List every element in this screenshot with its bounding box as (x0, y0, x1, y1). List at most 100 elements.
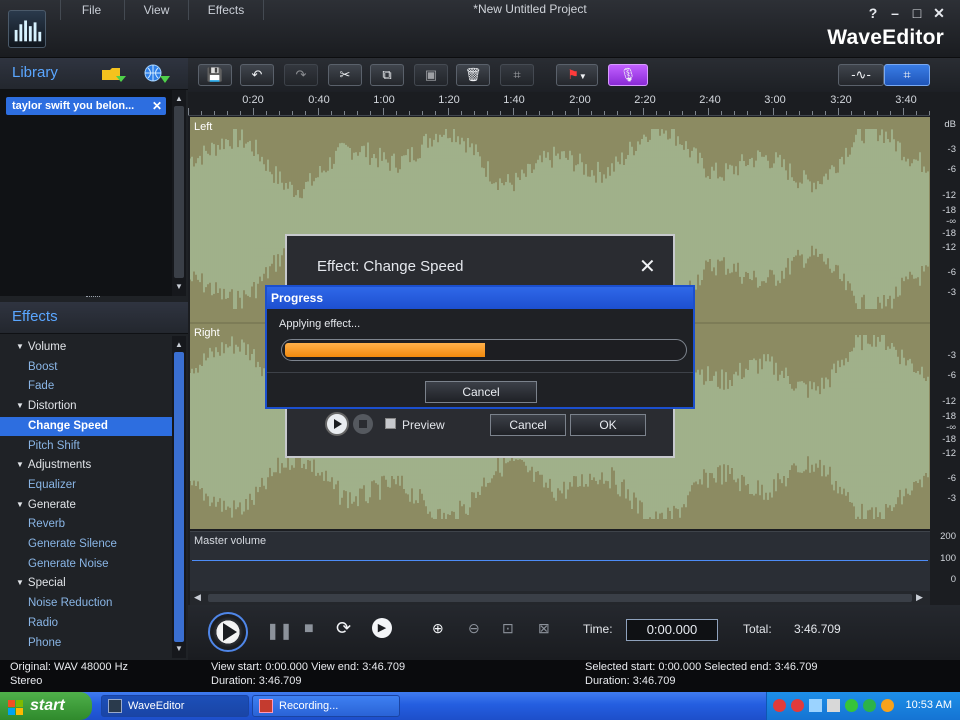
task-recording[interactable]: Recording... (252, 695, 400, 717)
preview-checkbox[interactable] (385, 418, 396, 429)
stop-button[interactable]: ■ (304, 620, 314, 638)
effect-item[interactable]: Radio (0, 614, 172, 634)
library-scrollbar[interactable]: ▲ ▼ (172, 90, 186, 296)
menu-view[interactable]: View (124, 0, 188, 20)
time-field[interactable]: 0:00.000 (626, 619, 718, 641)
horizontal-scrollbar[interactable]: ◀ ▶ (190, 591, 930, 605)
crop-button[interactable]: ⌗ (500, 64, 534, 86)
menu-file[interactable]: File (60, 0, 122, 20)
library-scroll-thumb[interactable] (174, 106, 184, 278)
waveform-view-button[interactable]: -∿- (838, 64, 884, 86)
library-list (0, 90, 172, 296)
messenger-icon[interactable] (845, 699, 858, 712)
effect-item[interactable]: Boost (0, 358, 172, 378)
zoom-fit-button[interactable]: ⊠ (538, 620, 550, 637)
marker-button[interactable]: ⚑▼ (556, 64, 598, 86)
effect-cancel-button[interactable]: Cancel (490, 414, 566, 436)
db-label: -18 (942, 228, 956, 239)
effect-item[interactable]: Equalizer (0, 476, 172, 496)
help-button[interactable]: ? (862, 2, 884, 24)
undo-button[interactable]: ↶ (240, 64, 274, 86)
loop-button[interactable]: ⟳ (336, 618, 351, 639)
preview-play-button[interactable] (325, 412, 349, 436)
preview-label: Preview (402, 418, 445, 432)
db-label: -3 (947, 493, 956, 504)
effect-category[interactable]: Volume (0, 338, 172, 358)
effect-item[interactable]: Generate Noise (0, 555, 172, 575)
online-library-icon[interactable] (142, 63, 172, 85)
effect-item[interactable]: Change Speed (0, 416, 172, 437)
task-label: Recording... (279, 700, 339, 712)
ruler-tick (669, 111, 670, 115)
effect-category[interactable]: Generate (0, 496, 172, 516)
effect-category[interactable]: Distortion (0, 397, 172, 417)
effect-item[interactable]: Phone (0, 634, 172, 654)
network-alert-icon[interactable] (791, 699, 804, 712)
maximize-button[interactable]: □ (906, 2, 928, 24)
effect-item[interactable]: Noise Reduction (0, 594, 172, 614)
effect-category[interactable]: Adjustments (0, 456, 172, 476)
close-icon[interactable]: ✕ (639, 254, 656, 279)
network-icon[interactable] (809, 699, 822, 712)
scroll-up-icon[interactable]: ▲ (175, 340, 183, 349)
time-ruler[interactable]: 0:20 0:40 1:00 1:20 1:40 2:00 2:20 2:40 3:00 3:20… (188, 92, 930, 116)
ruler-tick (448, 108, 449, 115)
effect-ok-button[interactable]: OK (570, 414, 646, 436)
chat-icon[interactable] (863, 699, 876, 712)
record-button[interactable]: 🎙 (608, 64, 648, 86)
effect-category[interactable]: Special (0, 574, 172, 594)
ruler-tick (604, 111, 605, 115)
task-waveeditor[interactable]: WaveEditor (101, 695, 249, 717)
status-view-range: View start: 0:00.000 View end: 3:46.709 (211, 661, 406, 673)
menu-effects[interactable]: Effects (188, 0, 264, 20)
play-selection-button[interactable]: ▶ (372, 618, 392, 638)
play-button[interactable] (208, 612, 248, 652)
effect-item[interactable]: Pitch Shift (0, 437, 172, 457)
effect-item[interactable]: Fade (0, 377, 172, 397)
horizontal-scroll-thumb[interactable] (208, 594, 912, 602)
status-selection-range: Selected start: 0:00.000 Selected end: 3… (585, 661, 818, 673)
paste-button[interactable]: ▣ (414, 64, 448, 86)
remove-item-icon[interactable]: ✕ (152, 97, 162, 115)
selection-view-button[interactable]: ⌗ (884, 64, 930, 86)
splitter-handle[interactable] (86, 296, 100, 300)
effects-scroll-thumb[interactable] (174, 352, 184, 642)
ruler-label: 2:00 (569, 94, 591, 106)
progress-cancel-button[interactable]: Cancel (425, 381, 537, 403)
zoom-selection-button[interactable]: ⊡ (502, 620, 514, 637)
ruler-tick (578, 108, 579, 115)
effects-scrollbar[interactable]: ▲ ▼ (172, 336, 186, 658)
copy-button[interactable]: ⧉ (370, 64, 404, 86)
update-icon[interactable] (881, 699, 894, 712)
start-button[interactable]: start (0, 692, 92, 720)
effect-item[interactable]: Generate Silence (0, 535, 172, 555)
ruler-tick (708, 108, 709, 115)
delete-button[interactable]: 🗑 (456, 64, 490, 86)
master-volume-lane[interactable]: Master volume (190, 531, 930, 591)
redo-button[interactable]: ↷ (284, 64, 318, 86)
library-item[interactable]: taylor swift you belon... ✕ (6, 97, 166, 115)
scroll-down-icon[interactable]: ▼ (175, 644, 183, 653)
volume-icon[interactable] (827, 699, 840, 712)
security-alert-icon[interactable] (773, 699, 786, 712)
chevron-down-icon[interactable]: ▼ (579, 72, 587, 81)
zoom-out-button[interactable]: ⊖ (468, 620, 480, 637)
master-volume-envelope[interactable] (192, 560, 928, 561)
brand-logo: WaveEditor (827, 26, 944, 49)
db-label: -∞ (946, 422, 956, 433)
close-button[interactable]: ✕ (928, 2, 950, 24)
pause-button[interactable]: ❚❚ (266, 621, 293, 641)
scroll-left-icon[interactable]: ◀ (194, 592, 201, 603)
scroll-right-icon[interactable]: ▶ (916, 592, 923, 603)
minimize-button[interactable]: – (884, 2, 906, 24)
scroll-up-icon[interactable]: ▲ (175, 94, 183, 103)
scroll-down-icon[interactable]: ▼ (175, 282, 183, 291)
effect-item[interactable]: Reverb (0, 515, 172, 535)
cut-button[interactable]: ✂ (328, 64, 362, 86)
save-button[interactable]: 💾 (198, 64, 232, 86)
ruler-tick (916, 111, 917, 115)
zoom-in-button[interactable]: ⊕ (432, 620, 444, 637)
preview-stop-button[interactable] (353, 414, 373, 434)
import-folder-icon[interactable] (100, 64, 128, 84)
windows-logo-icon (8, 698, 24, 715)
